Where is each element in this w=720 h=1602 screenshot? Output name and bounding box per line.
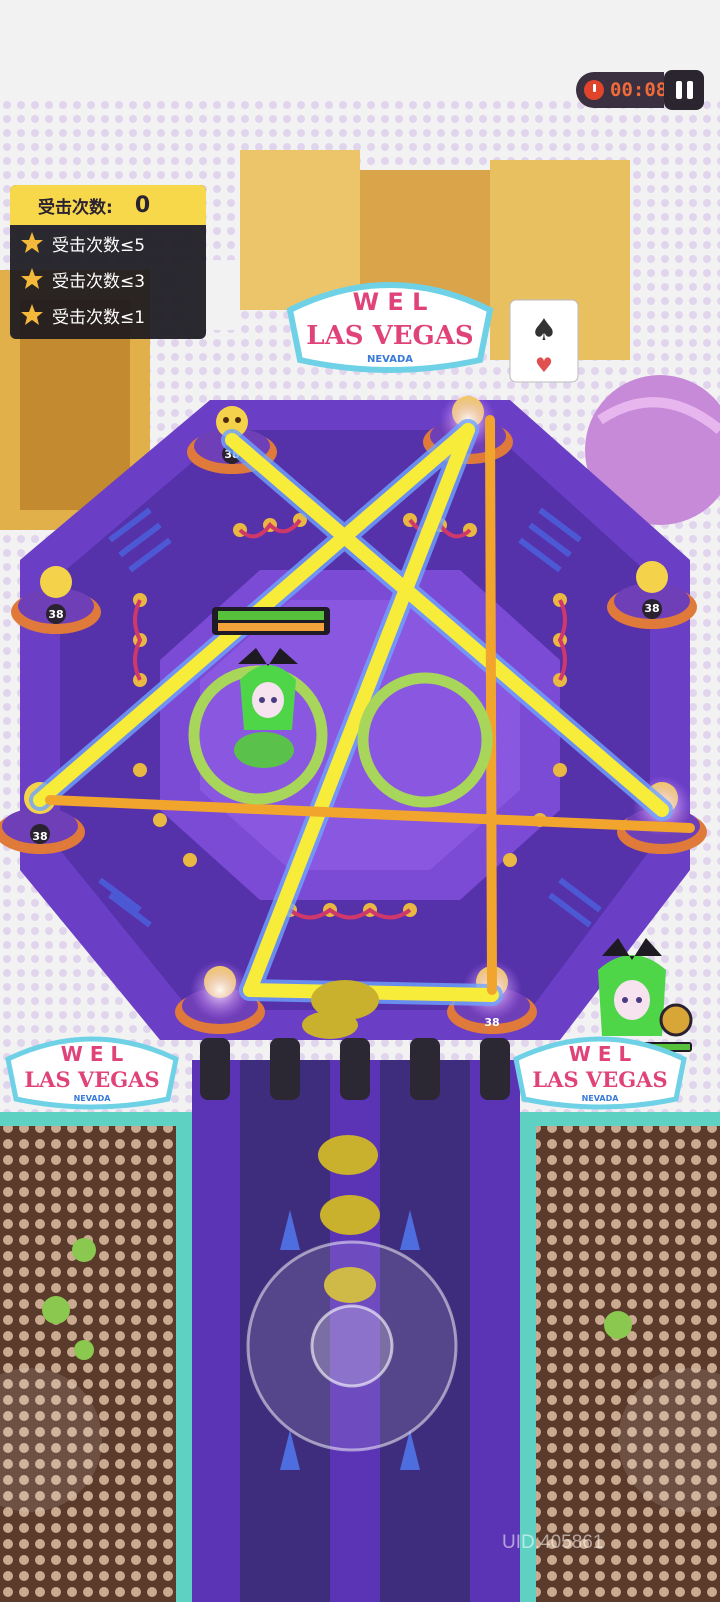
skill-icon[interactable] xyxy=(659,1003,693,1037)
pylon-badge: 38 xyxy=(32,830,47,843)
objective-label: 受击次数≤1 xyxy=(52,307,146,328)
pylon-badge: 38 xyxy=(48,608,63,621)
svg-text:NEVADA: NEVADA xyxy=(367,354,413,365)
pylon-badge: 38 xyxy=(484,1016,499,1029)
svg-text:♠: ♠ xyxy=(531,313,558,348)
vegas-sign-right: W E L LAS VEGAS NEVADA xyxy=(513,1036,687,1110)
dirt-area-right xyxy=(530,1120,720,1602)
fence-left xyxy=(0,1112,200,1126)
joystick-knob[interactable] xyxy=(310,1304,394,1388)
star-icon xyxy=(21,304,43,325)
svg-text:♥: ♥ xyxy=(535,353,553,377)
svg-text:W E L: W E L xyxy=(569,1042,632,1066)
svg-text:LAS VEGAS: LAS VEGAS xyxy=(532,1067,667,1092)
building-top-left xyxy=(240,150,360,310)
objective-label: 受击次数≤5 xyxy=(52,235,146,256)
clock-icon xyxy=(584,80,604,100)
timer-display: 00:08 xyxy=(576,72,668,108)
star-icon xyxy=(21,268,43,289)
user-id-watermark: UID:405861 xyxy=(502,1532,604,1553)
objective-panel: 受击次数: 0 受击次数≤5 受击次数≤3 受击次数≤1 xyxy=(10,185,206,339)
pylon-badge: 38 xyxy=(644,602,659,615)
objective-item: 受击次数≤3 xyxy=(10,261,206,297)
svg-text:W E L: W E L xyxy=(353,288,428,316)
objective-item: 受击次数≤1 xyxy=(10,297,206,333)
vegas-sign-left: W E L LAS VEGAS NEVADA xyxy=(5,1036,179,1110)
objective-item: 受击次数≤5 xyxy=(10,225,206,261)
pause-icon xyxy=(675,81,682,99)
dirt-area-left xyxy=(0,1120,190,1602)
objective-header-label: 受击次数: xyxy=(38,197,113,218)
vegas-sign-top: W E L LAS VEGAS NEVADA xyxy=(286,282,494,373)
hit-count: 0 xyxy=(134,192,151,218)
objective-header: 受击次数: 0 xyxy=(10,185,206,225)
pause-button[interactable] xyxy=(664,70,704,110)
fence-right xyxy=(520,1112,720,1126)
star-icon xyxy=(21,232,43,253)
svg-text:LAS VEGAS: LAS VEGAS xyxy=(24,1067,159,1092)
svg-text:NEVADA: NEVADA xyxy=(74,1094,112,1103)
timer-text: 00:08 xyxy=(610,79,668,101)
svg-text:LAS VEGAS: LAS VEGAS xyxy=(306,321,473,351)
virtual-joystick[interactable] xyxy=(246,1240,458,1452)
enemy-health-bar xyxy=(212,607,330,635)
svg-text:NEVADA: NEVADA xyxy=(582,1094,620,1103)
objective-label: 受击次数≤3 xyxy=(52,271,146,292)
svg-text:W E L: W E L xyxy=(61,1042,124,1066)
